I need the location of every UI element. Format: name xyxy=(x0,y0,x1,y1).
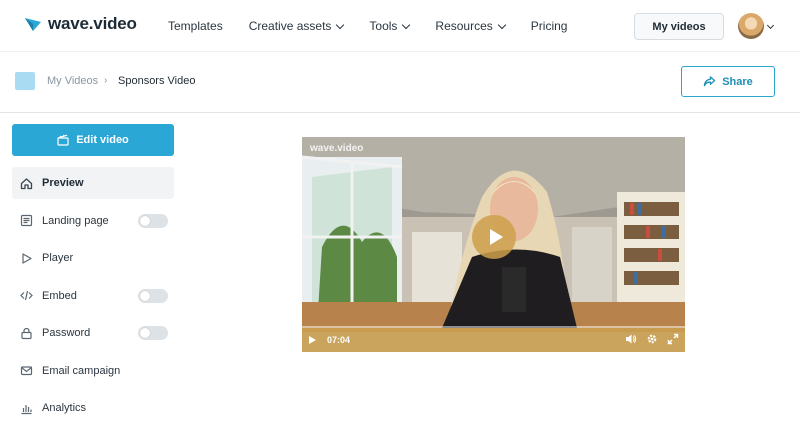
sidebar-item-player[interactable]: Player xyxy=(12,242,174,274)
nav-templates-label: Templates xyxy=(168,19,223,33)
nav-tools[interactable]: Tools xyxy=(369,19,411,33)
share-button[interactable]: Share xyxy=(681,66,775,97)
nav-creative-assets-label: Creative assets xyxy=(248,19,332,33)
gear-icon[interactable] xyxy=(646,333,658,345)
sidebar-item-embed[interactable]: Embed xyxy=(12,280,174,312)
nav-tools-label: Tools xyxy=(369,19,398,33)
embed-toggle[interactable] xyxy=(138,288,168,303)
top-navigation: wave.video Templates Creative assets Too… xyxy=(0,0,800,52)
sidebar-item-preview[interactable]: Preview xyxy=(12,167,174,199)
breadcrumb-current: Sponsors Video xyxy=(118,75,196,87)
mail-icon xyxy=(20,364,33,377)
nav-pricing-label: Pricing xyxy=(530,19,568,33)
logo[interactable]: wave.video xyxy=(24,14,137,34)
breadcrumb-bar: My Videos › Sponsors Video Share xyxy=(0,53,800,113)
sidebar-item-label: Landing page xyxy=(42,214,109,227)
page-icon xyxy=(20,214,33,227)
play-icon xyxy=(20,252,33,265)
avatar[interactable] xyxy=(738,13,764,39)
landing-page-toggle[interactable] xyxy=(138,213,168,228)
sidebar-item-label: Preview xyxy=(42,177,84,189)
player-control-group xyxy=(625,333,679,345)
share-icon xyxy=(703,76,716,87)
chart-icon xyxy=(20,402,33,415)
sidebar-item-label: Email campaign xyxy=(42,364,121,377)
folder-icon xyxy=(15,72,35,90)
nav-resources[interactable]: Resources xyxy=(435,19,507,33)
home-icon xyxy=(20,177,33,190)
volume-icon[interactable] xyxy=(625,333,637,345)
brand-name: wave.video xyxy=(48,14,137,33)
video-watermark: wave.video xyxy=(310,143,364,154)
sidebar-menu: Preview Landing page Player Embed Passwo… xyxy=(12,167,174,430)
code-icon xyxy=(20,289,33,302)
nav-templates[interactable]: Templates xyxy=(168,19,223,33)
video-player[interactable]: wave.video 07:04 xyxy=(302,137,685,352)
nav-pricing[interactable]: Pricing xyxy=(531,19,568,33)
sidebar-item-email-campaign[interactable]: Email campaign xyxy=(12,355,174,387)
wave-logo-icon xyxy=(25,18,41,31)
nav-resources-label: Resources xyxy=(435,19,493,33)
password-toggle[interactable] xyxy=(138,326,168,340)
main-nav: Templates Creative assets Tools Resource… xyxy=(168,0,593,52)
fullscreen-icon[interactable] xyxy=(667,333,679,345)
chevron-down-icon[interactable] xyxy=(766,21,775,30)
play-icon[interactable] xyxy=(309,336,316,344)
breadcrumb-separator: › xyxy=(104,75,108,86)
video-time: 07:04 xyxy=(327,335,351,345)
share-label: Share xyxy=(722,75,753,88)
sidebar-item-landing-page[interactable]: Landing page xyxy=(12,205,174,237)
my-videos-button[interactable]: My videos xyxy=(634,13,724,40)
chevron-down-icon xyxy=(497,20,507,29)
lock-icon xyxy=(20,327,33,340)
sidebar-item-label: Password xyxy=(42,327,91,339)
sidebar-item-password[interactable]: Password xyxy=(12,317,174,349)
sidebar-item-label: Analytics xyxy=(42,402,87,414)
player-controls: 07:04 xyxy=(302,328,685,352)
play-button[interactable] xyxy=(472,215,516,259)
breadcrumb-my-videos[interactable]: My Videos xyxy=(47,75,98,87)
sidebar-item-label: Embed xyxy=(42,289,77,302)
edit-video-label: Edit video xyxy=(76,134,129,146)
clapperboard-icon xyxy=(57,134,69,146)
sidebar-item-analytics[interactable]: Analytics xyxy=(12,392,174,424)
chevron-down-icon xyxy=(402,20,411,29)
sidebar-item-label: Player xyxy=(42,252,74,264)
nav-creative-assets[interactable]: Creative assets xyxy=(248,19,345,33)
chevron-down-icon xyxy=(336,20,345,29)
edit-video-button[interactable]: Edit video xyxy=(12,124,174,156)
